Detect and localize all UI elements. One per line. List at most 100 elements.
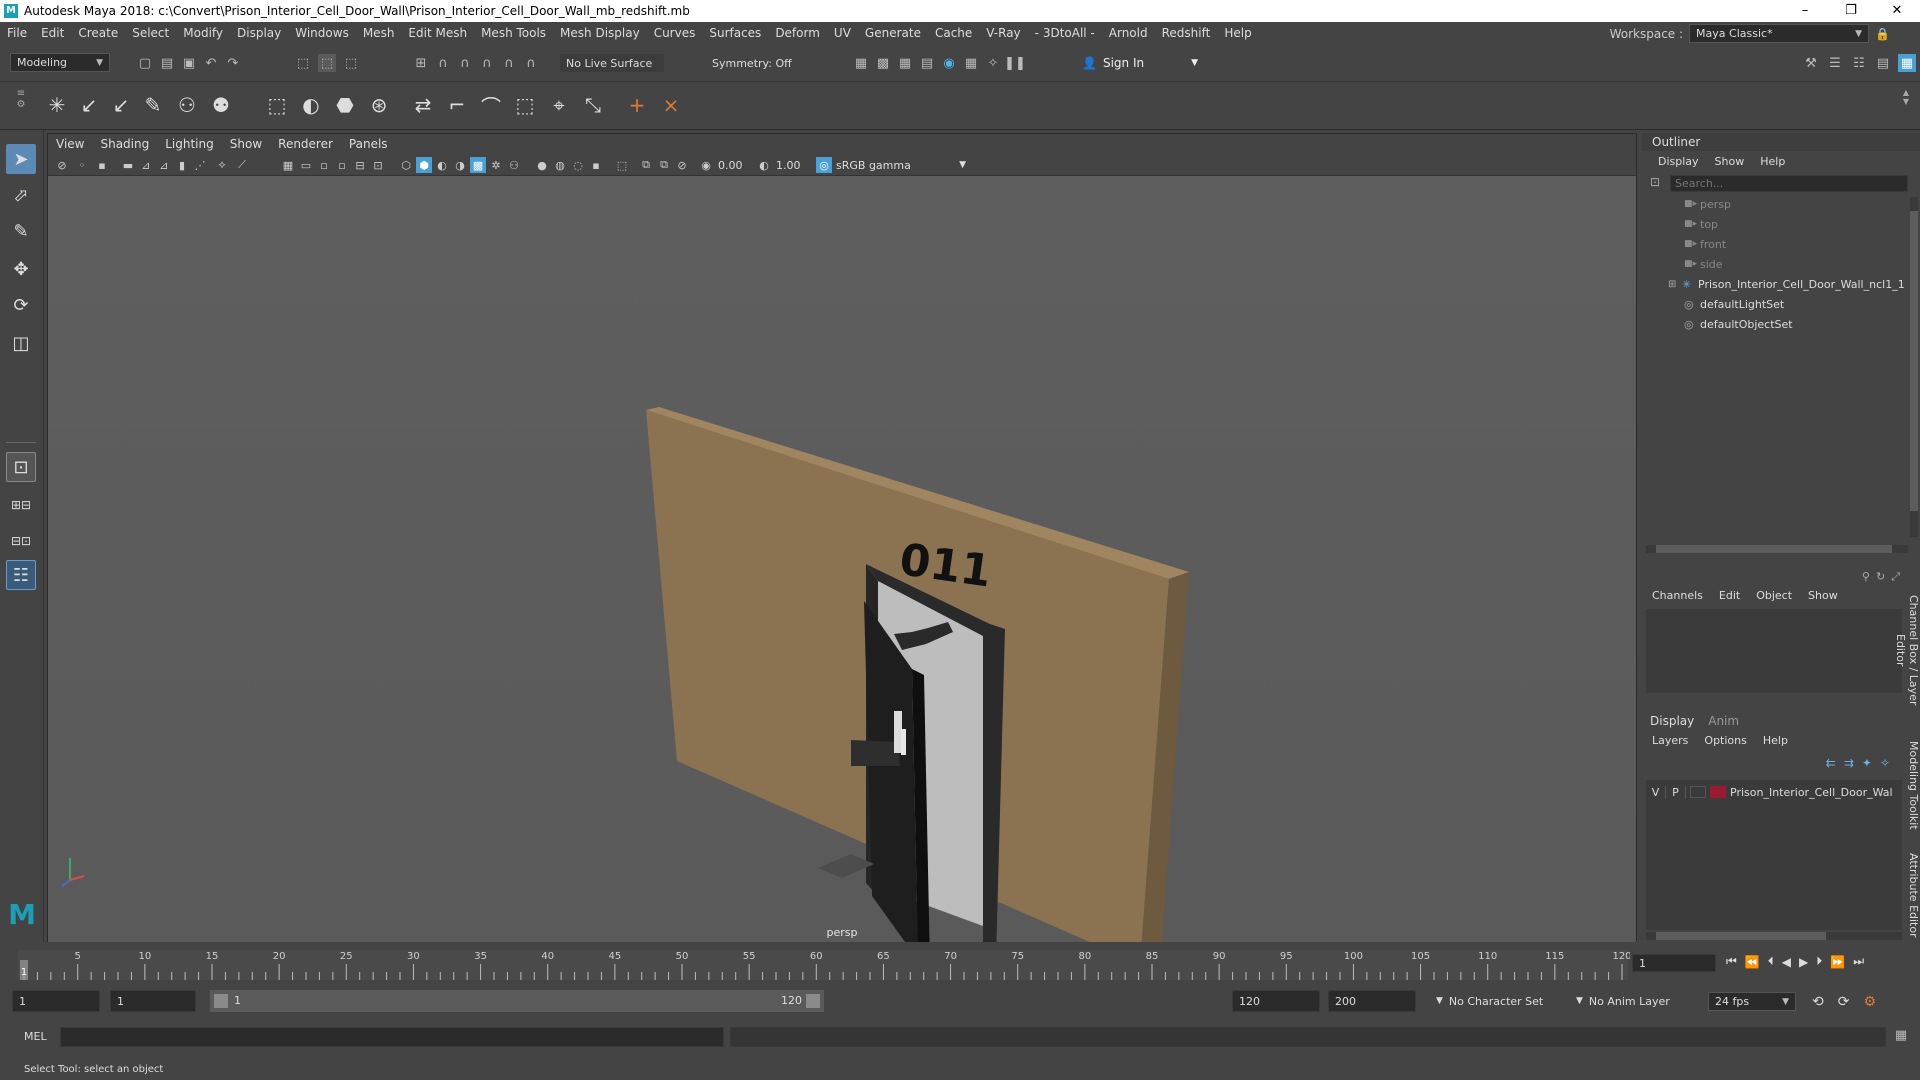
multi-cut-icon[interactable]: ⌖ (544, 90, 574, 120)
select-component-icon[interactable]: ⬚ (342, 54, 360, 72)
camera-attributes-icon[interactable]: ◦ (74, 157, 90, 173)
smooth-shade-icon[interactable]: ▭ (298, 157, 314, 173)
expand-icon[interactable]: ⊞ (1668, 279, 1682, 290)
play-back-icon[interactable]: ◀ (1782, 955, 1791, 969)
viewport-menu-shading[interactable]: Shading (92, 137, 157, 151)
wireframe-icon[interactable]: ▦ (280, 157, 296, 173)
modeling-toolkit-icon[interactable]: ⚒ (1802, 54, 1820, 72)
playback-end-field[interactable]: 120 (1232, 990, 1320, 1012)
time-slider[interactable]: 5 10 15 20 25 30 35 40 45 50 55 60 65 70 75 80 85 90 95 100… (0, 942, 1920, 982)
sign-in-button[interactable]: 👤 Sign In ▼ (1082, 54, 1198, 72)
poly-plane-icon[interactable]: ⊛ (364, 90, 394, 120)
insert-edge-loop-icon[interactable]: ⬚ (510, 90, 540, 120)
textured-icon[interactable]: ▫ (316, 157, 332, 173)
current-frame-field[interactable]: 1 (1632, 954, 1716, 972)
view-transform-dropdown[interactable]: sRGB gamma ▼ (836, 157, 966, 173)
hud-icon[interactable]: ◌ (570, 157, 586, 173)
ipr-render-icon[interactable]: ▦ (896, 54, 914, 72)
snap-grid-icon[interactable]: ⊞ (412, 54, 430, 72)
layer-color-swatch[interactable] (1710, 786, 1726, 798)
character-set-dropdown[interactable]: ▼ No Character Set (1436, 990, 1576, 1012)
channel-box-pin-icon[interactable]: ⤢ (1891, 570, 1900, 586)
target-weld-icon[interactable]: ⤡ (578, 90, 608, 120)
two-d-pan-icon[interactable]: ⊿ (138, 157, 154, 173)
channel-box-menu-show[interactable]: Show (1800, 589, 1846, 602)
menu-mesh-display[interactable]: Mesh Display (553, 26, 647, 40)
outliner-vertical-scroll-thumb[interactable] (1910, 211, 1918, 511)
tab-display[interactable]: Display (1650, 714, 1694, 728)
layer-menu-options[interactable]: Options (1696, 734, 1754, 747)
hypershade-icon[interactable]: ◉ (940, 54, 958, 72)
outliner-vertical-scrollbar[interactable] (1910, 197, 1918, 537)
outliner-item-front[interactable]: ■▸ front (1684, 235, 1726, 253)
step-back-frame-icon[interactable]: ⏴ (1768, 954, 1774, 969)
menu-surfaces[interactable]: Surfaces (702, 26, 768, 40)
single-view-layout-icon[interactable]: ⊡ (6, 452, 36, 482)
ik-handle-icon[interactable]: ⚉ (206, 90, 236, 120)
channel-box-menu-edit[interactable]: Edit (1711, 589, 1748, 602)
menu-file[interactable]: File (0, 26, 34, 40)
outliner-menu-display[interactable]: Display (1650, 155, 1707, 168)
shelf-scroll-icon[interactable]: ▲ ▼ (1900, 88, 1912, 124)
select-camera-icon[interactable]: ⊘ (54, 157, 70, 173)
menu-display[interactable]: Display (230, 26, 288, 40)
menu-vray[interactable]: V-Ray (979, 26, 1027, 40)
attribute-editor-icon[interactable]: ☰ (1826, 54, 1844, 72)
outliner-horizontal-scrollbar[interactable] (1646, 545, 1908, 553)
xray-joints-icon[interactable]: ◑ (452, 157, 468, 173)
channel-box-menu-object[interactable]: Object (1748, 589, 1800, 602)
go-to-start-icon[interactable]: ⏮ (1726, 954, 1737, 969)
film-gate-icon[interactable]: ⟡ (214, 157, 230, 173)
menu-edit-mesh[interactable]: Edit Mesh (401, 26, 474, 40)
mode-dropdown[interactable]: Modeling ▼ (10, 53, 110, 72)
grid-toggle-icon[interactable]: ⋰ (192, 157, 208, 173)
outliner-item-prison-group[interactable]: ⊞ ✳ Prison_Interior_Cell_Door_Wall_ncl1_1 (1668, 275, 1905, 293)
select-tool-icon[interactable]: ➤ (6, 144, 36, 174)
four-view-layout-icon[interactable]: ⊞⊟ (6, 490, 36, 520)
move-tool-icon[interactable]: ✥ (6, 254, 36, 284)
layer-menu-layers[interactable]: Layers (1644, 734, 1696, 747)
render-view-icon[interactable]: ▤ (918, 54, 936, 72)
outliner-horizontal-scroll-thumb[interactable] (1656, 545, 1892, 553)
light-editor-icon[interactable]: ✧ (984, 54, 1002, 72)
poly-sphere-icon[interactable]: ⬚ (262, 90, 292, 120)
cross-icon[interactable]: ⨯ (656, 90, 686, 120)
range-end-handle[interactable] (806, 994, 820, 1008)
xray-icon[interactable]: ◐ (434, 157, 450, 173)
menu-mesh-tools[interactable]: Mesh Tools (474, 26, 553, 40)
new-layer-selected-icon[interactable]: ✧ (1880, 756, 1890, 770)
loop-icon[interactable]: ⟲ (1812, 994, 1824, 1010)
menu-help[interactable]: Help (1217, 26, 1258, 40)
step-back-key-icon[interactable]: ⏪ (1745, 955, 1760, 969)
frame-selection-icon[interactable]: ⬚ (614, 157, 630, 173)
outliner-item-side[interactable]: ■▸ side (1684, 255, 1723, 273)
depth-of-field-icon[interactable]: ◍ (552, 157, 568, 173)
exposure-field[interactable]: 0.00 (718, 157, 752, 173)
channel-box-menu-channels[interactable]: Channels (1644, 589, 1711, 602)
shadows-icon[interactable]: ⊟ (352, 157, 368, 173)
pencil-curve-icon[interactable]: ✎ (138, 90, 168, 120)
command-language-label[interactable]: MEL (24, 1030, 47, 1043)
undo-icon[interactable]: ↶ (202, 54, 220, 72)
layer-type-toggle[interactable] (1690, 786, 1706, 798)
modeling-toolkit-side-tab[interactable]: Modeling Toolkit (1900, 740, 1920, 830)
channel-box-attributes-area[interactable] (1646, 609, 1902, 693)
render-frame-icon[interactable]: ▩ (874, 54, 892, 72)
auto-key-icon[interactable]: ⟳ (1838, 994, 1850, 1010)
select-object-icon[interactable]: ⬚ (318, 54, 336, 72)
select-hierarchy-icon[interactable]: ⬚ (294, 54, 312, 72)
gamma-field[interactable]: 1.00 (776, 157, 810, 173)
wireframe-on-shaded-icon[interactable]: ⬢ (416, 157, 432, 173)
grease-pencil-icon[interactable]: ⊿ (156, 157, 172, 173)
step-forward-key-icon[interactable]: ⏩ (1830, 955, 1845, 969)
outliner-menu-show[interactable]: Show (1707, 155, 1753, 168)
symmetry-dropdown[interactable]: Symmetry: Off (700, 54, 804, 72)
animation-start-field[interactable]: 1 (12, 990, 100, 1012)
menu-uv[interactable]: UV (827, 26, 858, 40)
poly-cylinder-icon[interactable]: ⬣ (330, 90, 360, 120)
extrude-icon[interactable]: ⇄ (408, 90, 438, 120)
save-scene-icon[interactable]: ▣ (180, 54, 198, 72)
minimize-button[interactable]: – (1782, 0, 1828, 22)
layer-menu-help[interactable]: Help (1755, 734, 1796, 747)
menu-cache[interactable]: Cache (928, 26, 979, 40)
